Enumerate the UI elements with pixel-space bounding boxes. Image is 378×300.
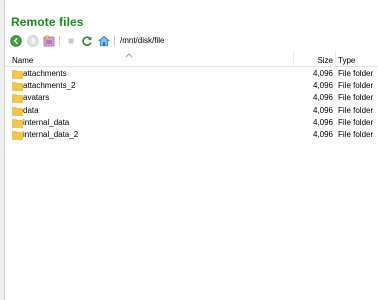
path-input[interactable]: /mnt/disk/file [120,36,164,45]
file-type: File folder [338,129,374,139]
file-type: File folder [338,117,374,127]
toolbar: /mnt/disk/file [5,31,378,51]
forward-icon[interactable] [27,35,39,47]
panel-title: Remote files [11,15,84,29]
folder-icon [12,130,23,140]
file-name: data [23,105,39,115]
bookmark-icon[interactable] [43,35,55,47]
file-size: 4,096 [312,81,333,91]
file-size: 4,096 [312,117,333,127]
file-size: 4,096 [312,93,333,103]
column-divider[interactable] [293,51,294,67]
file-size: 4,096 [312,105,333,115]
file-size: 4,096 [312,69,333,78]
file-size: 4,096 [312,129,333,139]
file-type: File folder [338,105,374,115]
column-header-size[interactable]: Size [317,56,333,65]
folder-icon [12,69,23,79]
toolbar-separator [114,36,115,46]
file-row[interactable]: data 4,096 File folder [5,105,378,117]
file-type: File folder [338,69,374,78]
home-icon[interactable] [98,35,110,47]
file-type: File folder [338,81,374,91]
back-icon[interactable] [10,35,22,47]
file-name: internal_data [23,117,70,127]
stop-icon[interactable] [65,35,77,47]
file-name: attachments [23,69,67,78]
folder-icon [12,93,23,104]
file-list-header: Name Size Type [5,51,378,67]
toolbar-separator [59,36,60,46]
file-row[interactable]: internal_data_2 4,096 File folder [5,129,378,141]
refresh-icon[interactable] [81,35,93,47]
file-row[interactable]: internal_data 4,096 File folder [5,117,378,129]
file-row[interactable]: attachments_2 4,096 File folder [5,80,378,92]
sort-ascending-icon [125,51,133,60]
column-header-name[interactable]: Name [12,56,33,65]
file-type: File folder [338,93,374,103]
file-name: internal_data_2 [23,129,79,139]
file-list: attachments 4,096 File folder attachment… [5,68,378,141]
folder-icon [12,106,23,116]
column-header-type[interactable]: Type [338,56,355,65]
folder-icon [12,81,23,91]
file-name: attachments_2 [23,81,76,91]
column-divider[interactable] [335,51,336,67]
remote-files-panel: Remote files /mnt/disk/file Name Size Ty… [5,0,378,300]
file-row[interactable]: avatars 4,096 File folder [5,92,378,104]
file-row[interactable]: attachments 4,096 File folder [5,68,378,80]
folder-icon [12,118,23,128]
file-name: avatars [23,93,50,103]
